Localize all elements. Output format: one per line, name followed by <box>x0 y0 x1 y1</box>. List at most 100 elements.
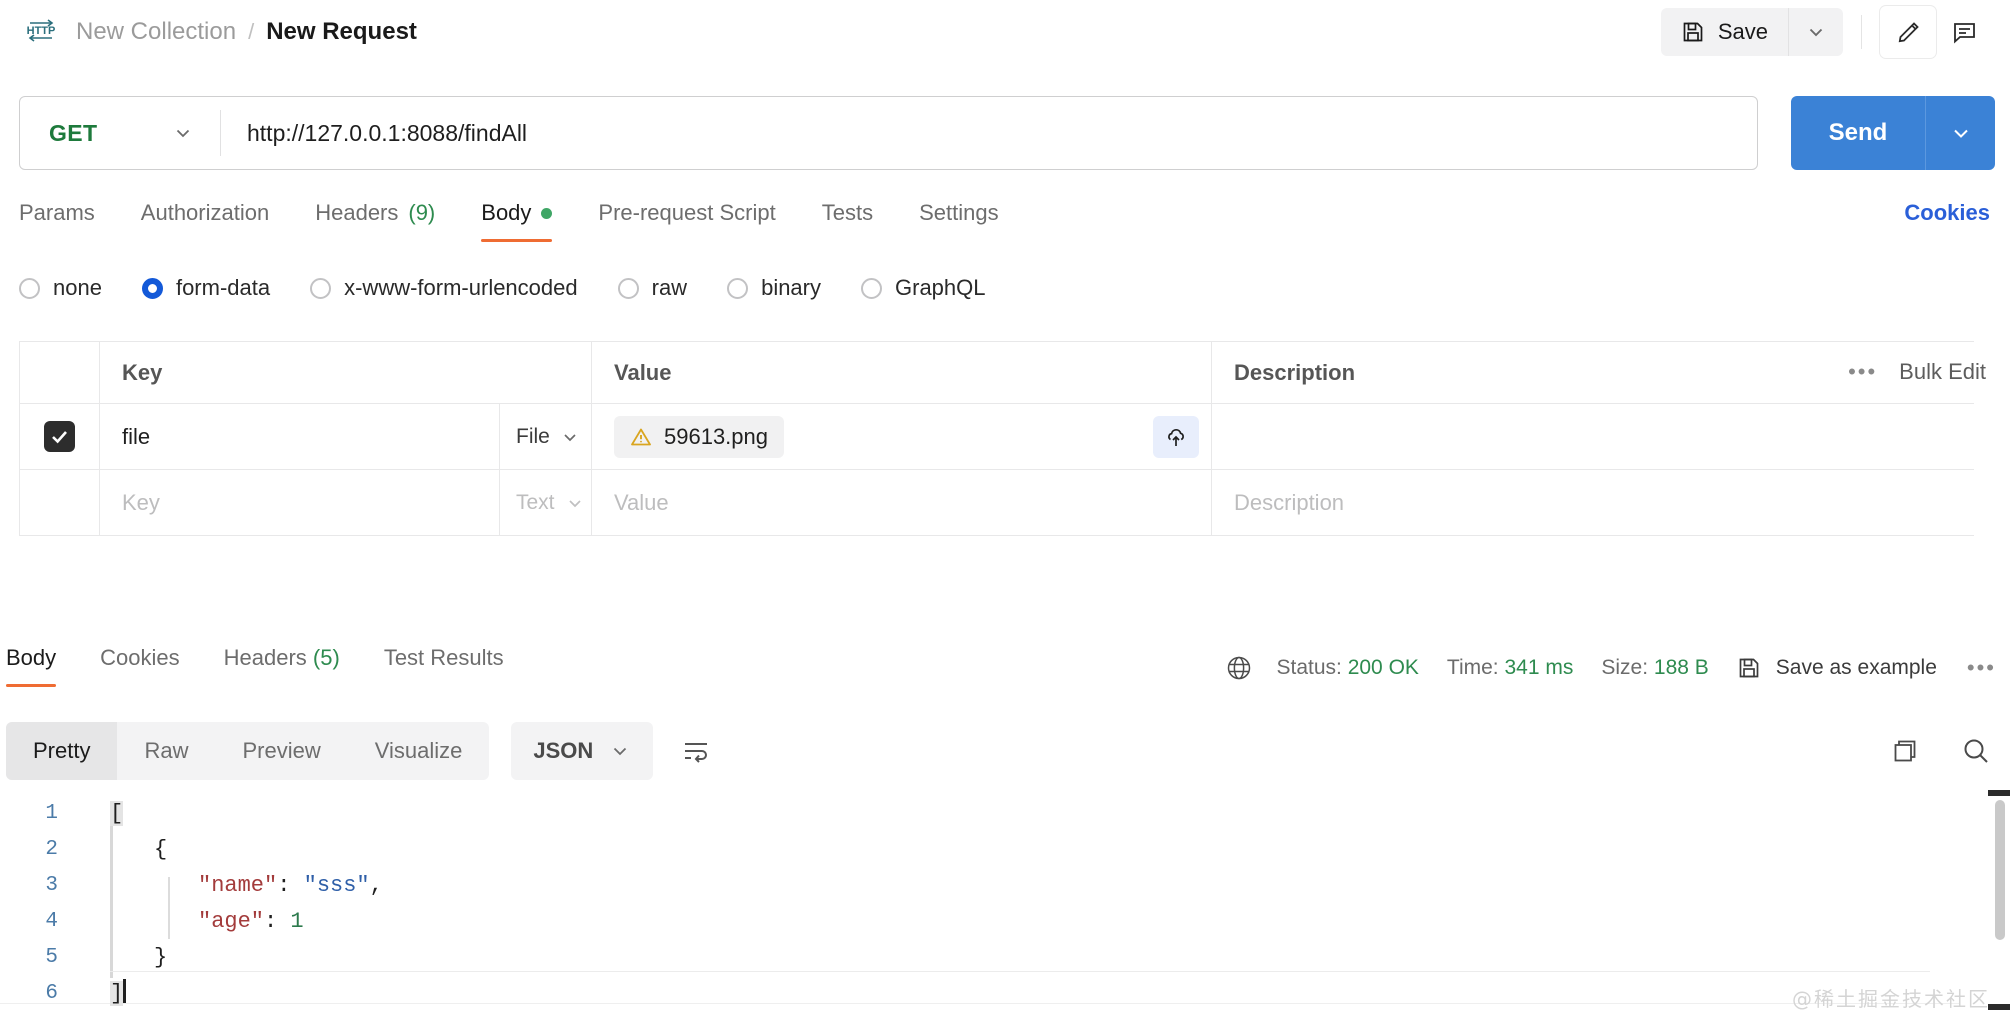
radio-label: x-www-form-urlencoded <box>344 275 578 301</box>
view-mode-preview[interactable]: Preview <box>215 722 347 780</box>
radio-graphql[interactable]: GraphQL <box>861 275 986 301</box>
code-text: [ <box>76 801 123 826</box>
tab-pre-request-script[interactable]: Pre-request Script <box>598 200 775 242</box>
response-toolbar-actions <box>1890 722 1992 780</box>
row-checkbox-cell <box>20 404 100 469</box>
radio-label: form-data <box>176 275 270 301</box>
edit-request-button[interactable] <box>1880 6 1936 58</box>
scrollbar-thumb[interactable] <box>1995 800 2005 940</box>
code-text: } <box>76 945 167 970</box>
row-type-select[interactable]: File <box>499 404 591 469</box>
response-more-options-button[interactable]: ••• <box>1967 655 1996 681</box>
radio-label: binary <box>761 275 821 301</box>
size-badge: Size: 188 B <box>1601 656 1708 680</box>
save-as-example-button[interactable]: Save as example <box>1737 656 1937 680</box>
tab-count: (9) <box>408 200 435 226</box>
radio-raw[interactable]: raw <box>618 275 687 301</box>
size-value: 188 B <box>1654 656 1709 679</box>
tab-authorization[interactable]: Authorization <box>141 200 269 242</box>
view-mode-pretty[interactable]: Pretty <box>6 722 117 780</box>
file-chip[interactable]: 59613.png <box>614 416 784 458</box>
view-mode-segmented-control: Pretty Raw Preview Visualize <box>6 722 489 780</box>
code-line: 5} <box>0 939 2014 975</box>
save-button-group: Save <box>1661 8 1843 56</box>
word-wrap-button[interactable] <box>681 736 711 766</box>
tab-settings[interactable]: Settings <box>919 200 999 242</box>
copy-button[interactable] <box>1890 736 1920 766</box>
line-number: 1 <box>0 802 76 825</box>
table-more-options-button[interactable]: ••• <box>1848 359 1877 385</box>
breadcrumb-collection[interactable]: New Collection <box>76 18 236 46</box>
row-key-placeholder: Key <box>100 490 160 516</box>
tab-body[interactable]: Body <box>481 200 552 242</box>
radio-none[interactable]: none <box>19 275 102 301</box>
row-description-cell[interactable] <box>1212 404 1974 469</box>
cookies-link[interactable]: Cookies <box>1904 200 1990 226</box>
view-mode-label: Raw <box>144 738 188 764</box>
line-number: 2 <box>0 838 76 861</box>
tab-tests[interactable]: Tests <box>822 200 873 242</box>
bulk-edit-button[interactable]: Bulk Edit <box>1899 359 1986 385</box>
response-tabs: Body Cookies Headers (5) Test Results <box>0 645 1100 697</box>
top-bar-actions: Save <box>1661 0 1992 64</box>
row-enabled-checkbox[interactable] <box>44 421 75 452</box>
comments-button[interactable] <box>1936 6 1992 58</box>
row-value-cell[interactable]: Value <box>592 470 1212 535</box>
save-options-button[interactable] <box>1789 8 1843 56</box>
code-line: 4"age": 1 <box>0 903 2014 939</box>
response-body-json[interactable]: 1[2{3"name": "sss",4"age": 15}6] <box>0 795 2014 1020</box>
save-as-example-label: Save as example <box>1776 656 1937 680</box>
radio-label: GraphQL <box>895 275 986 301</box>
column-header-description: Description <box>1234 360 1355 386</box>
radio-binary[interactable]: binary <box>727 275 821 301</box>
tab-params[interactable]: Params <box>19 200 95 242</box>
breadcrumb: New Collection / New Request <box>76 18 417 46</box>
row-key-cell[interactable]: Key Text <box>100 470 592 535</box>
line-number: 5 <box>0 946 76 969</box>
code-text: "age": 1 <box>76 909 304 934</box>
row-key-cell[interactable]: file File <box>100 404 592 469</box>
response-format-select[interactable]: JSON <box>511 722 653 780</box>
code-token: , <box>370 873 383 898</box>
tab-label: Body <box>481 200 531 226</box>
send-button[interactable]: Send <box>1791 96 1925 170</box>
response-tab-body[interactable]: Body <box>6 645 56 687</box>
radio-circle-icon <box>618 278 639 299</box>
response-tab-headers[interactable]: Headers (5) <box>224 645 340 687</box>
code-token: "age" <box>198 909 264 934</box>
url-input[interactable] <box>221 120 1757 147</box>
tab-label: Test Results <box>384 645 504 670</box>
http-method-label: GET <box>49 120 97 147</box>
code-token: : <box>264 909 290 934</box>
radio-form-data[interactable]: form-data <box>142 275 270 301</box>
http-method-select[interactable]: GET <box>20 97 220 169</box>
response-tab-cookies[interactable]: Cookies <box>100 645 179 687</box>
table-bulk-actions: ••• Bulk Edit <box>1848 341 2014 403</box>
table-row: file File <box>20 404 1974 470</box>
response-view-toolbar: Pretty Raw Preview Visualize JSON <box>6 722 711 780</box>
cloud-upload-button[interactable] <box>1153 416 1199 458</box>
row-description-cell[interactable]: Description <box>1212 470 1974 535</box>
page-title: New Request <box>266 18 417 46</box>
floppy-disk-icon <box>1681 20 1705 44</box>
search-button[interactable] <box>1960 735 1992 767</box>
response-tab-test-results[interactable]: Test Results <box>384 645 504 687</box>
send-options-button[interactable] <box>1926 96 1995 170</box>
text-cursor <box>123 979 126 1003</box>
code-line: 1[ <box>0 795 2014 831</box>
chevron-down-icon <box>172 122 194 144</box>
tab-headers[interactable]: Headers (9) <box>315 200 435 242</box>
tab-label: Body <box>6 645 56 670</box>
send-button-group: Send <box>1791 96 1995 170</box>
save-button[interactable]: Save <box>1661 8 1788 56</box>
body-type-radio-group: none form-data x-www-form-urlencoded raw… <box>19 275 1919 301</box>
row-type-select[interactable]: Text <box>499 470 591 535</box>
view-mode-raw[interactable]: Raw <box>117 722 215 780</box>
http-logo-icon: HTTP <box>24 15 58 49</box>
radio-x-www-form-urlencoded[interactable]: x-www-form-urlencoded <box>310 275 578 301</box>
tab-label: Cookies <box>100 645 179 670</box>
view-mode-visualize[interactable]: Visualize <box>348 722 490 780</box>
response-scrollbar[interactable] <box>1994 800 2006 1014</box>
body-modified-dot <box>541 208 552 219</box>
code-token: } <box>154 945 167 970</box>
